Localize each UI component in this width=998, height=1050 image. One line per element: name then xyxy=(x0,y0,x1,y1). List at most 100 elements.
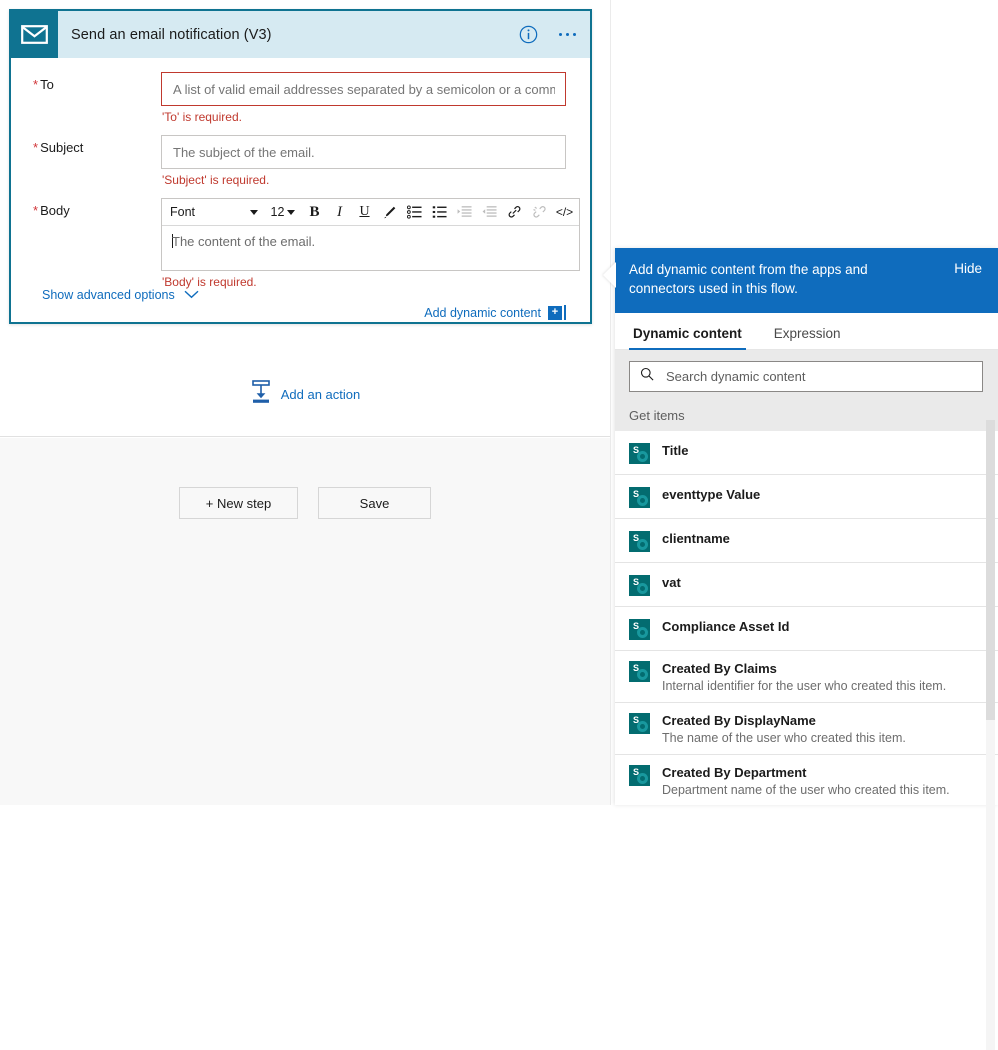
ellipsis-dot xyxy=(565,32,569,37)
field-control-body: Font 12 B I U </> The content of the ema… xyxy=(161,198,604,298)
cursor-indicator xyxy=(564,305,566,320)
sharepoint-icon: S xyxy=(629,443,650,464)
list-item-label: Compliance Asset Id xyxy=(662,619,790,634)
list-item[interactable]: S clientname xyxy=(615,519,998,563)
bulleted-list-icon[interactable] xyxy=(402,201,427,224)
list-item-label: clientname xyxy=(662,531,730,546)
to-input[interactable] xyxy=(161,72,566,106)
insert-action-icon[interactable] xyxy=(250,380,272,409)
action-card-title: Send an email notification (V3) xyxy=(71,26,272,43)
list-item-text: eventtype Value xyxy=(662,486,984,503)
info-circle-icon[interactable] xyxy=(519,25,538,44)
dynamic-content-group-header: Get items xyxy=(615,403,998,434)
field-control-to: 'To' is required. xyxy=(161,72,590,133)
list-item-label: eventtype Value xyxy=(662,487,761,502)
sharepoint-icon: S xyxy=(629,765,650,786)
list-item-description: Department name of the user who created … xyxy=(662,783,950,797)
subject-error-message: 'Subject' is required. xyxy=(162,173,270,187)
ellipsis-icon[interactable] xyxy=(557,27,579,43)
list-item-description: Internal identifier for the user who cre… xyxy=(662,679,947,693)
body-editor-area[interactable]: The content of the email. xyxy=(162,226,579,270)
action-card-body: *To 'To' is required. *Subject 'Subject'… xyxy=(11,58,590,320)
action-card-header-actions xyxy=(519,11,579,58)
search-icon xyxy=(640,367,654,386)
required-marker: * xyxy=(33,77,39,92)
designer-footer-buttons: + New step Save xyxy=(0,487,610,519)
insert-link-icon[interactable] xyxy=(502,201,527,224)
font-size-dropdown[interactable]: 12 xyxy=(264,201,302,224)
ellipsis-dot xyxy=(572,32,576,37)
list-item[interactable]: S Created By Department Department name … xyxy=(615,755,998,805)
rich-text-editor[interactable]: Font 12 B I U </> The content of the ema… xyxy=(161,198,580,271)
body-placeholder: The content of the email. xyxy=(172,234,316,249)
italic-icon[interactable]: I xyxy=(327,201,352,224)
add-dynamic-content-link[interactable]: Add dynamic content xyxy=(424,306,541,320)
list-item[interactable]: S Created By Claims Internal identifier … xyxy=(615,651,998,703)
list-item-label: vat xyxy=(662,575,681,590)
ellipsis-dot xyxy=(558,32,562,37)
list-item[interactable]: S Title xyxy=(615,431,998,475)
increase-indent-icon[interactable] xyxy=(452,201,477,224)
required-marker: * xyxy=(33,203,39,218)
panel-scrollbar-thumb[interactable] xyxy=(986,420,995,720)
remove-link-icon[interactable] xyxy=(527,201,552,224)
action-card-header[interactable]: Send an email notification (V3) xyxy=(11,11,590,58)
field-control-subject: 'Subject' is required. xyxy=(161,135,590,196)
list-item[interactable]: S eventtype Value xyxy=(615,475,998,519)
list-item[interactable]: S vat xyxy=(615,563,998,607)
new-step-button[interactable]: + New step xyxy=(179,487,298,519)
show-advanced-options-row[interactable]: Show advanced options xyxy=(11,286,199,304)
list-item-label: Title xyxy=(662,443,689,458)
subject-input[interactable] xyxy=(161,135,566,169)
chevron-down-icon xyxy=(287,209,296,215)
list-item-text: clientname xyxy=(662,530,984,547)
field-row-to: *To 'To' is required. xyxy=(11,72,590,133)
underline-icon[interactable]: U xyxy=(352,201,377,224)
field-label-body: * Body xyxy=(33,203,70,218)
add-an-action-inner: Add an action xyxy=(250,380,361,409)
dynamic-content-panel: Add dynamic content from the apps and co… xyxy=(603,248,998,1050)
hide-panel-link[interactable]: Hide xyxy=(954,260,982,276)
rich-text-toolbar: Font 12 B I U </> xyxy=(162,199,579,226)
list-item-label: Created By DisplayName xyxy=(662,713,816,728)
tab-expression[interactable]: Expression xyxy=(770,326,845,349)
search-input[interactable]: Search dynamic content xyxy=(629,361,983,392)
callout-pointer-icon xyxy=(603,262,616,288)
required-marker: * xyxy=(33,140,39,155)
save-button[interactable]: Save xyxy=(318,487,431,519)
to-error-message: 'To' is required. xyxy=(162,110,242,124)
list-item-text: Compliance Asset Id xyxy=(662,618,984,635)
list-item-text: Created By DisplayName The name of the u… xyxy=(662,712,984,747)
list-item-label: Created By Claims xyxy=(662,661,777,676)
list-item-text: Created By Department Department name of… xyxy=(662,764,984,799)
action-card-send-email[interactable]: Send an email notification (V3) * To A l… xyxy=(9,9,592,324)
list-item-label: Created By Department xyxy=(662,765,807,780)
body-error-message: 'Body' is required. xyxy=(162,275,257,289)
code-view-icon[interactable]: </> xyxy=(552,201,577,224)
add-an-action-row[interactable]: Add an action xyxy=(0,380,610,409)
list-item-text: Title xyxy=(662,442,984,459)
sharepoint-icon: S xyxy=(629,531,650,552)
highlighter-pen-icon[interactable] xyxy=(377,201,402,224)
chevron-down-icon xyxy=(184,286,199,304)
font-family-dropdown[interactable]: Font xyxy=(164,201,262,224)
field-label-to: * To xyxy=(33,77,54,92)
plus-square-icon[interactable]: + xyxy=(548,305,562,320)
numbered-list-icon[interactable] xyxy=(427,201,452,224)
flow-designer-canvas: Send an email notification (V3) * To A l… xyxy=(0,0,620,805)
list-item[interactable]: S Compliance Asset Id xyxy=(615,607,998,651)
list-item-description: The name of the user who created this it… xyxy=(662,731,906,745)
list-item[interactable]: S Created By DisplayName The name of the… xyxy=(615,703,998,755)
search-placeholder: Search dynamic content xyxy=(666,369,806,384)
bold-icon[interactable]: B xyxy=(302,201,327,224)
sharepoint-icon: S xyxy=(629,713,650,734)
dynamic-content-search-wrap: Search dynamic content xyxy=(615,350,998,403)
add-an-action-label: Add an action xyxy=(280,387,361,402)
field-row-subject: *Subject 'Subject' is required. xyxy=(11,135,590,196)
sharepoint-icon: S xyxy=(629,661,650,682)
sharepoint-icon: S xyxy=(629,487,650,508)
dynamic-content-list[interactable]: S Title S eventtype Value S clientname S… xyxy=(615,431,998,805)
decrease-indent-icon[interactable] xyxy=(477,201,502,224)
tab-dynamic-content[interactable]: Dynamic content xyxy=(629,326,746,350)
font-size-value: 12 xyxy=(270,205,285,219)
